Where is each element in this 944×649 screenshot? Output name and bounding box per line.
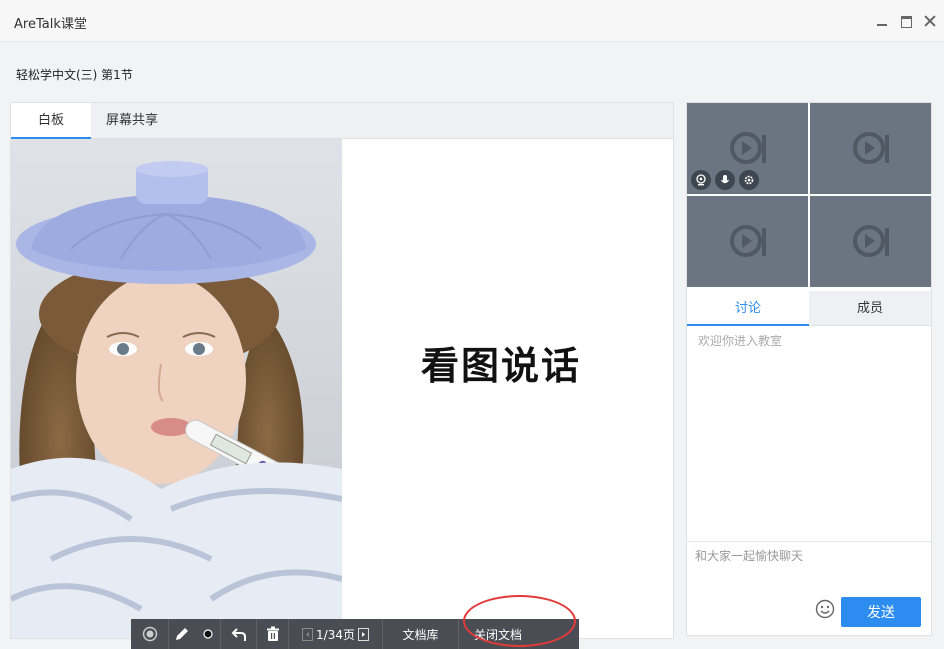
- video-tile[interactable]: [810, 103, 931, 194]
- send-button[interactable]: 发送: [841, 597, 921, 627]
- window-controls: [874, 13, 938, 29]
- video-tile[interactable]: [810, 196, 931, 287]
- microphone-icon: [721, 175, 729, 184]
- next-arrow-icon: [361, 631, 365, 637]
- prev-page-button[interactable]: [302, 627, 314, 641]
- title-bar: AreTalk课堂: [0, 0, 944, 42]
- whiteboard-canvas[interactable]: 看图说话: [11, 139, 673, 638]
- page-navigator: 1/34页: [289, 619, 383, 649]
- video-tile[interactable]: [687, 196, 808, 287]
- aretalk-logo-icon: [853, 225, 889, 257]
- pen-button[interactable]: [169, 619, 195, 649]
- record-icon: [142, 626, 157, 642]
- chat-message-list: 欢迎你进入教室: [687, 326, 931, 542]
- camera-button[interactable]: [691, 170, 711, 190]
- settings-button[interactable]: [739, 170, 759, 190]
- app-title: AreTalk课堂: [14, 17, 87, 32]
- doc-library-label: 文档库: [402, 627, 439, 642]
- trash-icon: [266, 626, 279, 641]
- dot-icon: [202, 629, 213, 639]
- next-page-button[interactable]: [357, 627, 369, 641]
- microphone-button[interactable]: [715, 170, 735, 190]
- minimize-icon[interactable]: [874, 13, 890, 29]
- course-header: 轻松学中文(三) 第1节: [0, 42, 944, 100]
- camera-icon: [696, 174, 706, 186]
- doc-library-button[interactable]: 文档库: [383, 619, 459, 649]
- chat-input[interactable]: [687, 543, 931, 601]
- video-tile[interactable]: [687, 103, 808, 194]
- prev-arrow-icon: [306, 631, 310, 637]
- close-document-label: 关闭文档: [473, 627, 522, 642]
- document-toolbar: 1/34页 文档库 关闭文档: [131, 619, 579, 649]
- slide-text: 看图说话: [421, 343, 582, 388]
- main-panel: 白板 屏幕共享 看图说话: [10, 102, 674, 639]
- page-indicator: 1/34页: [316, 627, 355, 642]
- tab-discussion[interactable]: 讨论: [687, 291, 809, 326]
- aretalk-logo-icon: [730, 225, 766, 257]
- pencil-icon: [176, 628, 188, 640]
- system-message: 欢迎你进入教室: [698, 334, 783, 348]
- undo-button[interactable]: [221, 619, 257, 649]
- side-panel: 讨论 成员 欢迎你进入教室 发送: [686, 102, 932, 636]
- maximize-icon[interactable]: [898, 13, 914, 29]
- chat-tabs: 讨论 成员: [687, 291, 931, 326]
- main-tabs: 白板 屏幕共享: [11, 103, 673, 139]
- undo-icon: [231, 628, 246, 641]
- close-icon[interactable]: [922, 13, 938, 29]
- gear-icon: [744, 175, 754, 185]
- video-grid: [687, 103, 931, 289]
- emoji-icon[interactable]: [815, 599, 835, 619]
- course-title: 轻松学中文(三) 第1节: [16, 68, 133, 82]
- laser-pointer-button[interactable]: [131, 619, 169, 649]
- pen-size-button[interactable]: [195, 619, 221, 649]
- delete-button[interactable]: [257, 619, 289, 649]
- aretalk-logo-icon: [730, 132, 766, 164]
- aretalk-logo-icon: [853, 132, 889, 164]
- video-controls: [691, 170, 759, 190]
- tab-screen-share[interactable]: 屏幕共享: [91, 103, 173, 139]
- tab-whiteboard[interactable]: 白板: [11, 103, 91, 139]
- tab-members[interactable]: 成员: [809, 291, 931, 326]
- slide-photo: [11, 139, 342, 638]
- close-document-button[interactable]: 关闭文档: [459, 619, 537, 649]
